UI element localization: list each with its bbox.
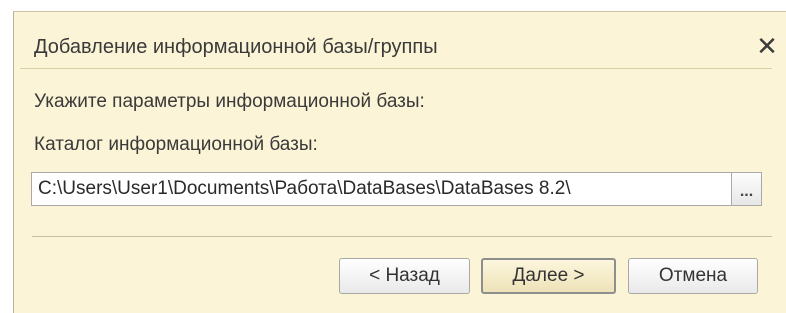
catalog-label: Каталог информационной базы: bbox=[34, 134, 318, 155]
parameters-heading: Укажите параметры информационной базы: bbox=[34, 91, 425, 112]
footer-divider bbox=[32, 236, 772, 237]
close-icon[interactable]: ✕ bbox=[754, 32, 780, 60]
cancel-button[interactable]: Отмена bbox=[628, 258, 758, 294]
catalog-path-input[interactable]: C:\Users\User1\Documents\Работа\DataBase… bbox=[31, 172, 732, 206]
title-separator bbox=[20, 68, 772, 69]
browse-button[interactable]: ... bbox=[732, 172, 762, 206]
title-bar[interactable]: Добавление информационной базы/группы ✕ bbox=[14, 12, 786, 68]
next-button[interactable]: Далее > bbox=[481, 258, 616, 294]
window-title: Добавление информационной базы/группы bbox=[34, 36, 438, 58]
add-infobase-dialog: Добавление информационной базы/группы ✕ … bbox=[13, 11, 786, 313]
back-button[interactable]: < Назад bbox=[339, 258, 470, 294]
